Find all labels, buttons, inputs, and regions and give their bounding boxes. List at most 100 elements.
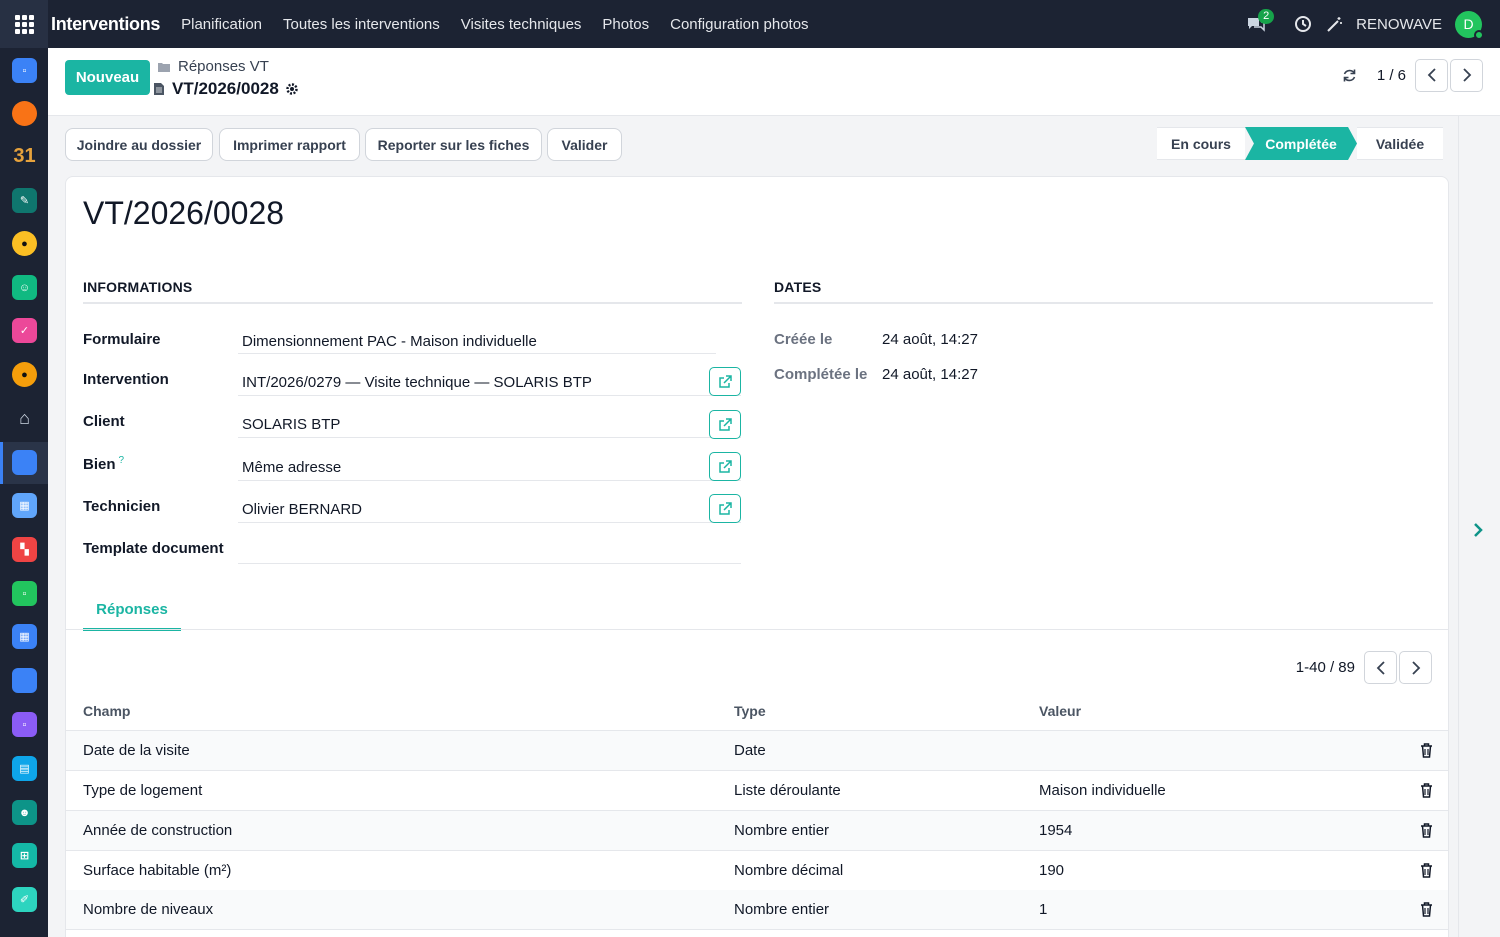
menu-planification[interactable]: Planification	[181, 16, 262, 33]
user-avatar[interactable]: D	[1455, 10, 1484, 40]
external-link-icon	[719, 501, 732, 515]
table-row[interactable]: Type de logement Liste déroulante Maison…	[66, 771, 1448, 811]
menu-configuration-photos[interactable]: Configuration photos	[670, 16, 808, 33]
field-label-bien: Bien?	[83, 455, 124, 473]
dock-people-icon[interactable]: ☻	[12, 800, 37, 825]
record-title-line: VT/2026/0028	[154, 79, 299, 99]
dock-doc-icon[interactable]: ▤	[12, 756, 37, 781]
gear-icon[interactable]	[285, 82, 299, 96]
field-underline	[238, 522, 741, 523]
trash-icon[interactable]	[1420, 783, 1433, 798]
help-tooltip-icon[interactable]: ?	[119, 455, 125, 466]
menu-visites-techniques[interactable]: Visites techniques	[461, 16, 582, 33]
field-client-value[interactable]: SOLARIS BTP	[242, 416, 340, 433]
table-row[interactable]: Surface habitable (m²) Nombre décimal 19…	[66, 851, 1448, 891]
cell-champ: Surface habitable (m²)	[83, 862, 232, 879]
dock-calendar-icon[interactable]: ▦	[12, 624, 37, 649]
menu-toutes-interventions[interactable]: Toutes les interventions	[283, 16, 440, 33]
form-sheet: VT/2026/0028 INFORMATIONS DATES Formulai…	[65, 176, 1449, 937]
calendar-31-icon[interactable]: 31	[12, 144, 37, 169]
company-switcher[interactable]: RENOWAVE	[1356, 16, 1442, 33]
dock-pen-icon[interactable]: ✎	[12, 188, 37, 213]
dock-app-icon[interactable]	[12, 668, 37, 693]
open-intervention-button[interactable]	[709, 367, 741, 396]
tab-reponses[interactable]: Réponses	[83, 589, 181, 631]
group-divider	[774, 302, 1433, 304]
dock-contact-icon[interactable]: ☺	[12, 275, 37, 300]
open-technicien-button[interactable]	[709, 494, 741, 523]
pager-next-button[interactable]	[1450, 58, 1483, 92]
chevron-right-icon	[1411, 660, 1420, 675]
column-header-champ[interactable]: Champ	[83, 703, 130, 719]
magic-wand-icon[interactable]	[1326, 16, 1343, 33]
dock-dashboard-icon[interactable]: ▚	[12, 537, 37, 562]
dock-coin-icon[interactable]: ●	[12, 231, 37, 256]
column-header-type[interactable]: Type	[734, 703, 766, 719]
list-previous-button[interactable]	[1364, 651, 1397, 684]
chat-icon[interactable]: 2	[1246, 9, 1275, 32]
status-bar: En cours Complétée Validée	[1157, 127, 1443, 160]
breadcrumb: Réponses VT	[158, 58, 269, 75]
dock-interventions-icon[interactable]	[12, 450, 37, 475]
validate-button[interactable]: Valider	[547, 128, 622, 161]
date-label-creee: Créée le	[774, 331, 833, 348]
informations-group-title: INFORMATIONS	[83, 279, 193, 295]
dock-grid-icon[interactable]: ⊞	[12, 843, 37, 868]
trash-icon[interactable]	[1420, 902, 1433, 917]
table-row[interactable]: Nombre de niveaux Nombre entier 1	[66, 890, 1448, 930]
clock-icon[interactable]	[1294, 15, 1312, 33]
open-client-button[interactable]	[709, 410, 741, 439]
trash-icon[interactable]	[1420, 743, 1433, 758]
app-name[interactable]: Interventions	[51, 14, 160, 35]
app-grid-icon[interactable]	[0, 0, 48, 48]
new-button[interactable]: Nouveau	[65, 60, 150, 95]
menu-photos[interactable]: Photos	[602, 16, 649, 33]
dock-calendar-icon[interactable]: ▦	[12, 493, 37, 518]
date-creee-value: 24 août, 14:27	[882, 331, 978, 348]
stage-completee[interactable]: Complétée	[1245, 127, 1357, 160]
cell-type: Nombre entier	[734, 822, 830, 839]
tab-divider	[66, 629, 1448, 630]
expand-chatter-icon[interactable]	[1472, 522, 1484, 538]
dock-app-icon[interactable]: ▫	[12, 712, 37, 737]
dock-app-icon[interactable]: ▫	[12, 58, 37, 83]
table-row[interactable]: Année de construction Nombre entier 1954	[66, 811, 1448, 851]
trash-icon[interactable]	[1420, 823, 1433, 838]
field-template-document-value[interactable]	[242, 543, 742, 563]
date-label-completee: Complétée le	[774, 366, 868, 383]
column-header-valeur[interactable]: Valeur	[1039, 703, 1081, 719]
pager-previous-button[interactable]	[1415, 58, 1448, 92]
table-row[interactable]: Date de la visite Date	[66, 731, 1448, 771]
dock-edit-icon[interactable]: ✐	[12, 887, 37, 912]
dock-bank-icon[interactable]: ⌂	[12, 406, 37, 431]
trash-icon[interactable]	[1420, 863, 1433, 878]
field-label-client: Client	[83, 413, 125, 430]
field-formulaire-value[interactable]: Dimensionnement PAC - Maison individuell…	[242, 333, 537, 350]
field-label-template-document: Template document	[83, 540, 224, 557]
field-intervention-value[interactable]: INT/2026/0279 — Visite technique — SOLAR…	[242, 374, 592, 391]
breadcrumb-parent-link[interactable]: Réponses VT	[178, 58, 269, 75]
stage-validee[interactable]: Validée	[1357, 127, 1443, 160]
field-label-formulaire: Formulaire	[83, 331, 161, 348]
dock-check-icon[interactable]: ✓	[12, 318, 37, 343]
refresh-icon[interactable]	[1342, 68, 1357, 83]
cell-valeur: 190	[1039, 862, 1065, 879]
dock-app-icon[interactable]: ▫	[12, 581, 37, 606]
dock-app-icon[interactable]	[12, 101, 37, 126]
field-bien-value[interactable]: Même adresse	[242, 459, 341, 476]
chevron-left-icon	[1376, 660, 1385, 675]
cell-valeur: 1	[1039, 901, 1048, 918]
list-pager-value[interactable]: 1-40 / 89	[1296, 659, 1355, 676]
report-to-sheets-button[interactable]: Reporter sur les fiches	[365, 128, 542, 161]
field-label-intervention: Intervention	[83, 371, 169, 388]
print-report-button[interactable]: Imprimer rapport	[219, 128, 360, 161]
online-status-dot	[1474, 29, 1484, 40]
attach-to-folder-button[interactable]: Joindre au dossier	[65, 128, 213, 161]
open-bien-button[interactable]	[709, 452, 741, 481]
stage-en-cours[interactable]: En cours	[1157, 127, 1245, 160]
chatter-rail	[1458, 116, 1500, 937]
pager-value[interactable]: 1 / 6	[1377, 67, 1406, 84]
dock-coin-icon[interactable]: ●	[12, 362, 37, 387]
field-technicien-value[interactable]: Olivier BERNARD	[242, 501, 362, 518]
list-next-button[interactable]	[1399, 651, 1432, 684]
